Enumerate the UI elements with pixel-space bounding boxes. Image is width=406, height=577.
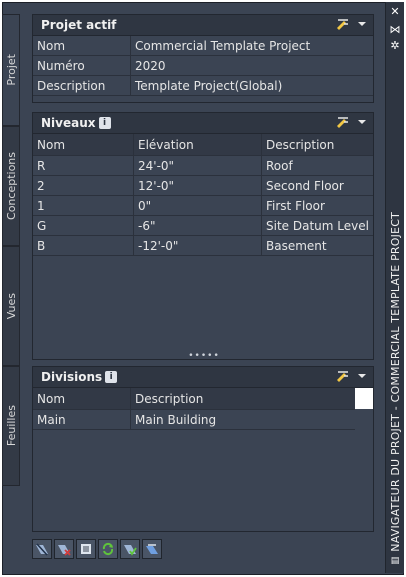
table-row: Numéro 2020 bbox=[33, 56, 373, 76]
divisions-table-header: Nom Description bbox=[33, 388, 373, 410]
autohide-icon[interactable]: ⋈ bbox=[389, 24, 401, 36]
division-description: Main Building bbox=[135, 412, 217, 427]
close-icon[interactable]: ✕ bbox=[389, 6, 401, 18]
tab-conceptions[interactable]: Conceptions bbox=[2, 126, 20, 246]
levels-table-header: Nom Elévation Description bbox=[33, 134, 373, 156]
divisions-table: Main Main Building bbox=[33, 410, 373, 430]
section-header: Divisions i bbox=[33, 367, 373, 388]
chevron-down-icon[interactable] bbox=[357, 20, 367, 28]
repath-button[interactable] bbox=[142, 539, 162, 559]
level-description: Roof bbox=[266, 158, 293, 173]
header-row: Nom Description bbox=[33, 388, 355, 410]
project-name-value[interactable]: Commercial Template Project bbox=[131, 36, 373, 55]
level-name: 2 bbox=[33, 176, 134, 195]
edit-settings-icon[interactable] bbox=[335, 370, 349, 382]
project-browser-button[interactable] bbox=[32, 539, 52, 559]
refresh-button[interactable] bbox=[98, 539, 118, 559]
tab-feuilles[interactable]: Feuilles bbox=[2, 366, 20, 486]
section-title: Divisions bbox=[41, 370, 103, 384]
level-elevation: 24'-0" bbox=[134, 156, 262, 175]
header-row: Nom Elévation Description bbox=[33, 134, 373, 156]
column-header-nom[interactable]: Nom bbox=[33, 134, 134, 155]
palette-title: NAVIGATEUR DU PROJET - COMMERCIAL TEMPLA… bbox=[386, 192, 404, 552]
header-icons bbox=[335, 116, 367, 128]
level-elevation: 12'-0" bbox=[134, 176, 262, 195]
levels-table: R 24'-0" Roof 2 12'-0" Second Floor 1 0"… bbox=[33, 156, 373, 256]
tab-vues[interactable]: Vues bbox=[2, 246, 20, 366]
project-properties-button[interactable] bbox=[76, 539, 96, 559]
active-project-table: Nom Commercial Template Project Numéro 2… bbox=[33, 36, 373, 96]
edit-settings-icon[interactable] bbox=[335, 18, 349, 30]
navigator-content: Projet actif Nom Commercial Template Pro… bbox=[20, 6, 384, 567]
row-label: Numéro bbox=[33, 56, 131, 75]
table-row[interactable]: G -6" Site Datum Level bbox=[33, 216, 373, 236]
project-properties-icon bbox=[81, 544, 91, 554]
level-name: 1 bbox=[33, 196, 134, 215]
splitter-handle[interactable]: ••••• bbox=[33, 351, 375, 361]
scroll-corner bbox=[355, 388, 373, 409]
level-description: Basement bbox=[266, 238, 327, 253]
row-label: Nom bbox=[33, 36, 131, 55]
table-row[interactable]: B -12'-0" Basement bbox=[33, 236, 373, 256]
tab-projet[interactable]: Projet bbox=[2, 14, 20, 126]
level-name: G bbox=[33, 216, 134, 235]
row-label: Description bbox=[33, 76, 131, 95]
tab-label: Feuilles bbox=[4, 405, 18, 447]
level-elevation: -6" bbox=[134, 216, 262, 235]
table-row: Description Template Project(Global) bbox=[33, 76, 373, 96]
close-project-button[interactable] bbox=[54, 539, 74, 559]
level-elevation: 0" bbox=[134, 196, 262, 215]
chevron-down-icon[interactable] bbox=[357, 118, 367, 126]
refresh-icon bbox=[102, 542, 114, 556]
level-description: First Floor bbox=[266, 198, 325, 213]
header-icons bbox=[335, 370, 367, 382]
palette-title-text: NAVIGATEUR DU PROJET - COMMERCIAL TEMPLA… bbox=[388, 212, 402, 552]
table-row: Nom Commercial Template Project bbox=[33, 36, 373, 56]
close-project-icon bbox=[58, 545, 71, 556]
column-header-nom[interactable]: Nom bbox=[33, 388, 131, 409]
section-header: Niveaux i bbox=[33, 113, 373, 134]
division-name: Main bbox=[33, 410, 131, 429]
column-header-description[interactable]: Description bbox=[131, 388, 355, 409]
palette-title-bar[interactable]: ✕ ⋈ ✲ NAVIGATEUR DU PROJET - COMMERCIAL … bbox=[385, 2, 404, 573]
section-title: Projet actif bbox=[41, 18, 117, 32]
reconcile-button[interactable] bbox=[120, 539, 140, 559]
level-elevation: -12'-0" bbox=[134, 236, 262, 255]
column-header-description[interactable]: Description bbox=[262, 134, 373, 155]
level-name: R bbox=[33, 156, 134, 175]
edit-settings-icon[interactable] bbox=[335, 116, 349, 128]
header-icons bbox=[335, 18, 367, 30]
levels-section: Niveaux i Nom Elévation Description R 24… bbox=[32, 112, 375, 361]
active-project-section: Projet actif Nom Commercial Template Pro… bbox=[32, 14, 374, 103]
table-row[interactable]: 2 12'-0" Second Floor bbox=[33, 176, 373, 196]
repath-icon bbox=[146, 544, 158, 554]
level-description: Second Floor bbox=[266, 178, 344, 193]
table-row[interactable]: Main Main Building bbox=[33, 410, 355, 430]
info-icon[interactable]: i bbox=[98, 117, 111, 129]
tab-label: Conceptions bbox=[4, 152, 18, 220]
tab-label: Projet bbox=[4, 54, 18, 86]
table-row[interactable]: 1 0" First Floor bbox=[33, 196, 373, 216]
window-frame: Projet Conceptions Vues Feuilles Projet … bbox=[0, 0, 406, 577]
project-description-value[interactable]: Template Project(Global) bbox=[131, 76, 373, 95]
reconcile-icon bbox=[124, 545, 137, 556]
palette-menu-icon[interactable]: ▤ bbox=[389, 555, 401, 567]
properties-icon[interactable]: ✲ bbox=[389, 40, 401, 52]
chevron-down-icon[interactable] bbox=[357, 372, 367, 380]
project-number-value[interactable]: 2020 bbox=[131, 56, 373, 75]
table-row[interactable]: R 24'-0" Roof bbox=[33, 156, 373, 176]
project-browser-icon bbox=[36, 543, 48, 556]
level-name: B bbox=[33, 236, 134, 255]
bottom-toolbar bbox=[32, 539, 162, 561]
level-description: Site Datum Level bbox=[266, 218, 369, 233]
column-header-elevation[interactable]: Elévation bbox=[134, 134, 262, 155]
divisions-section: Divisions i Nom Description Main Main Bu… bbox=[32, 366, 374, 532]
section-title: Niveaux bbox=[41, 116, 96, 130]
info-icon[interactable]: i bbox=[105, 371, 118, 383]
section-header: Projet actif bbox=[33, 15, 373, 36]
tab-label: Vues bbox=[4, 292, 18, 320]
